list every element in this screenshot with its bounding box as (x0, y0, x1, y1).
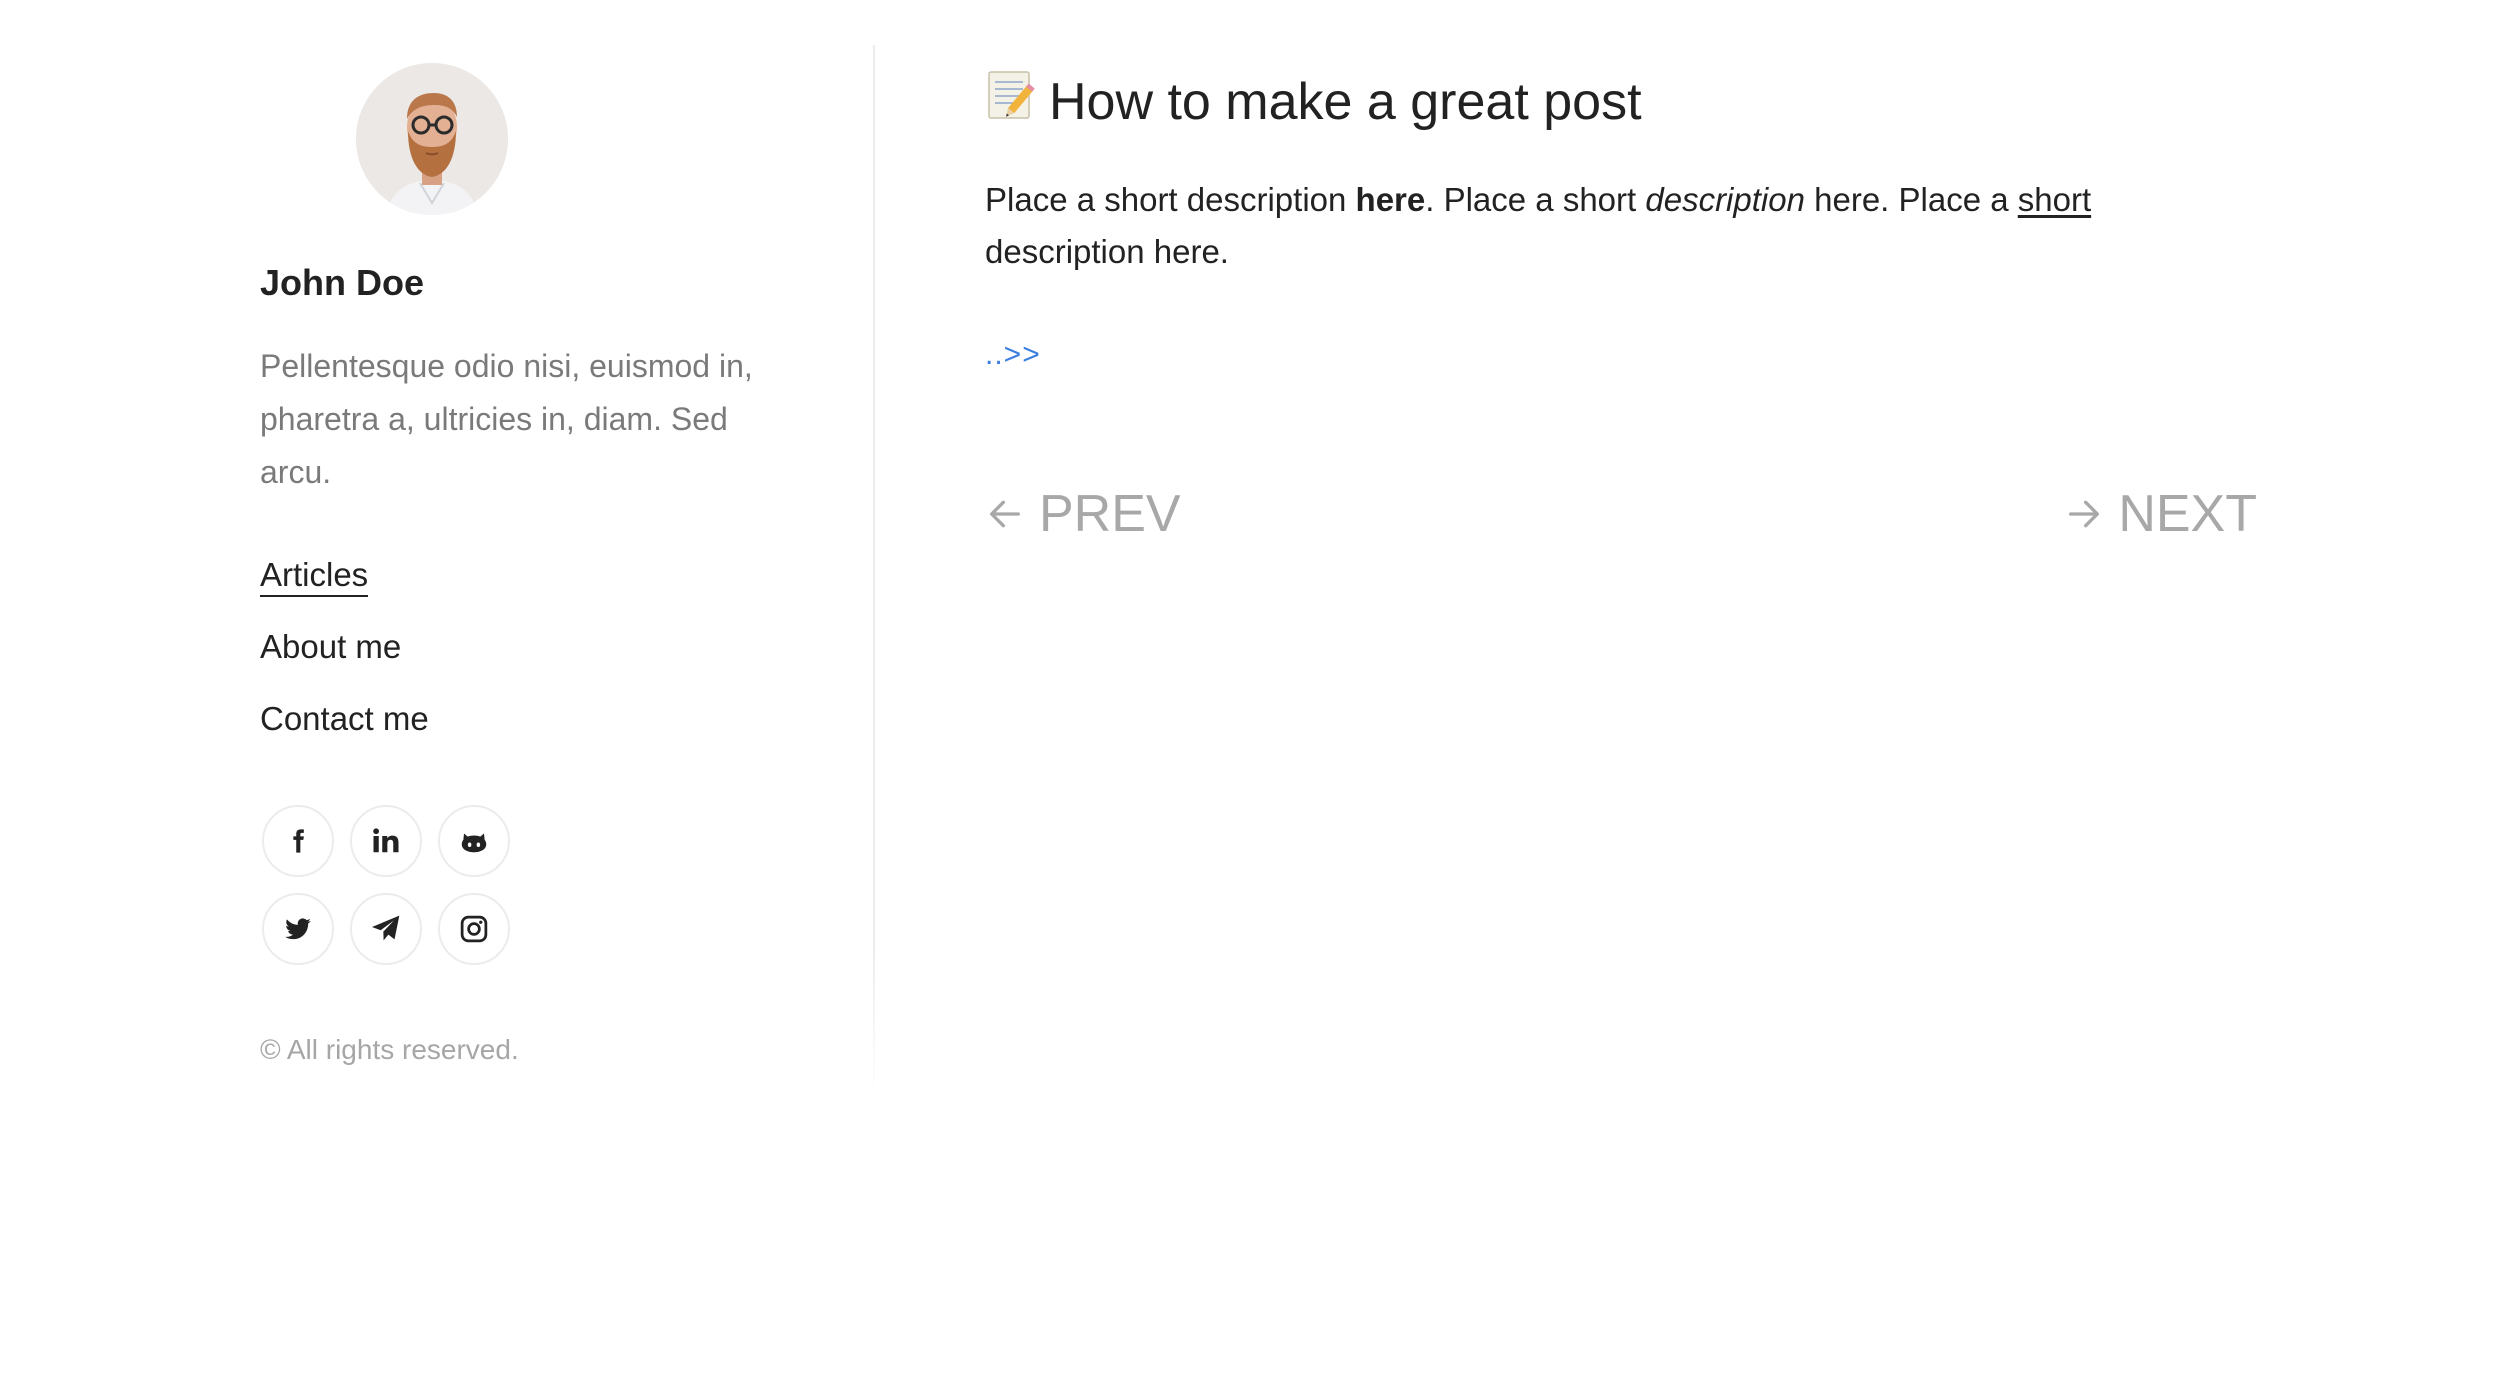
desc-italic: description (1645, 181, 1805, 218)
read-more-link[interactable]: ..>> (985, 338, 1041, 372)
prev-label: PREV (1039, 485, 1181, 543)
desc-bold: here (1355, 181, 1426, 218)
sidebar-nav: Articles About me Contact me (260, 553, 429, 769)
post-title-text: How to make a great post (1049, 72, 1642, 131)
desc-underline: short (2017, 181, 2092, 218)
twitter-icon (285, 918, 311, 940)
github-icon (461, 833, 487, 853)
social-links (262, 805, 542, 981)
telegram-icon (372, 915, 400, 941)
author-name: John Doe (260, 262, 425, 303)
facebook-button[interactable] (262, 805, 334, 877)
desc-text: Place a short description (985, 181, 1356, 218)
instagram-icon (460, 915, 488, 943)
memo-icon (985, 68, 1037, 135)
copyright-text: © All rights reserved. (260, 1034, 519, 1065)
next-button[interactable]: NEXT (2064, 484, 2257, 544)
twitter-button[interactable] (262, 893, 334, 965)
desc-text: . Place a short (1425, 181, 1646, 218)
post-description: Place a short description here. Place a … (985, 174, 2257, 278)
sidebar-divider (873, 45, 875, 1100)
nav-item-contact-me[interactable]: Contact me (260, 697, 429, 769)
nav-item-about-me[interactable]: About me (260, 625, 429, 697)
linkedin-icon (373, 828, 399, 853)
page: John Doe Pellentesque odio nisi, euismod… (0, 0, 2512, 1398)
next-label: NEXT (2118, 485, 2257, 543)
arrow-right-icon (2069, 500, 2100, 528)
desc-text: here. Place a (1804, 181, 2018, 218)
instagram-button[interactable] (438, 893, 510, 965)
nav-item-articles[interactable]: Articles (260, 553, 429, 625)
linkedin-button[interactable] (350, 805, 422, 877)
arrow-left-icon (990, 500, 1020, 528)
post-title[interactable]: How to make a great post (985, 68, 1642, 135)
avatar[interactable] (356, 63, 508, 215)
desc-text: description here. (985, 233, 1229, 270)
telegram-button[interactable] (350, 893, 422, 965)
github-button[interactable] (438, 805, 510, 877)
author-bio: Pellentesque odio nisi, euismod in, phar… (260, 348, 753, 490)
facebook-icon (293, 829, 304, 853)
prev-button[interactable]: PREV (985, 484, 1181, 544)
